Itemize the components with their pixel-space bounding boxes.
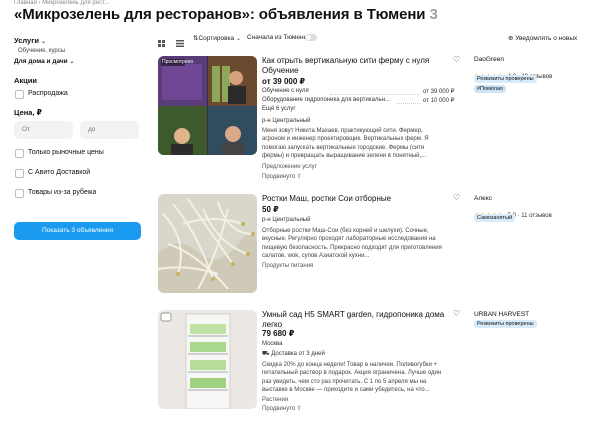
grid-view-icon[interactable]: [158, 34, 165, 47]
promoted-arrow-icon: ⇧: [296, 406, 302, 412]
listing-1-location: р-н Центральный: [262, 118, 311, 124]
abroad-goods-checkbox[interactable]: [15, 189, 24, 198]
home-garden-filter[interactable]: Для дома и дачи ⌄: [14, 58, 75, 65]
page-title-text: «Микрозелень для ресторанов»: объявления…: [14, 6, 426, 23]
listing-1-price: от 39 000 ₽: [262, 77, 306, 86]
listing-2-location: р-н Центральный: [262, 217, 311, 223]
price-heading: Цена, ₽: [14, 108, 42, 117]
listing-3-promoted: Продвинуто ⇧: [262, 405, 302, 412]
listing-1-option-1-price: от 39 000 ₽: [423, 89, 455, 95]
notify-icon: ⊕: [508, 35, 514, 42]
results-count: 3: [429, 6, 438, 23]
delivery-icon: ⛟: [262, 351, 270, 357]
tyumen-first-toggle[interactable]: [305, 34, 317, 41]
listing-3-category: Растения: [262, 397, 289, 403]
listing-1-description: Меня зовут Никита Махаев, практикующий с…: [262, 128, 429, 159]
listing-3-verified-badge: Реквизиты проверены: [474, 320, 537, 328]
listing-3-photo: [158, 310, 257, 409]
listing-3-delivery: ⛟ Доставка от 3 дней: [262, 350, 325, 358]
market-price-checkbox[interactable]: [15, 149, 24, 158]
home-garden-label: Для дома и дачи: [14, 58, 68, 65]
listing-2-category: Продукты питания: [262, 263, 314, 269]
listing-1-title[interactable]: Как отрыть вертикальную сити ферму с нул…: [262, 56, 447, 76]
sale-label[interactable]: Распродажа: [28, 90, 68, 97]
services-filter[interactable]: Услуги ⌄: [14, 36, 46, 45]
listing-1-photo: [158, 56, 257, 155]
listing-1-image[interactable]: Просмотрено: [158, 56, 257, 155]
option-2-divider: [397, 103, 420, 104]
listing-1-option-2-name[interactable]: Оборудование гидропоника для вертикальн.…: [262, 97, 390, 103]
listing-2-price: 50 ₽: [262, 205, 279, 214]
listing-3-image[interactable]: [158, 310, 257, 409]
notify-label: Уведомлять о новых: [515, 35, 578, 42]
listing-2-selfemployed-badge: Самозанятый: [474, 214, 516, 222]
show-results-button[interactable]: Показать 3 объявления: [14, 222, 141, 240]
chevron-down-icon: ⌄: [235, 36, 241, 42]
listing-2-image[interactable]: [158, 194, 257, 293]
listing-3-description: Скидка 20% до конца недели! Товар в нали…: [262, 362, 442, 393]
sort-control[interactable]: ⇅Сортировка ⌄: [193, 34, 241, 42]
listing-1-seller[interactable]: DaoGreen: [474, 56, 504, 63]
listing-3-seller[interactable]: URBAN HARVEST: [474, 311, 529, 318]
listing-1-option-1-name[interactable]: Обучение с нуля: [262, 88, 309, 94]
listing-3-heart-icon[interactable]: ♡: [453, 309, 460, 318]
services-sub-label[interactable]: Обучение, курсы: [18, 48, 65, 54]
listing-2-heart-icon[interactable]: ♡: [453, 193, 460, 202]
abroad-goods-label[interactable]: Товары из-за рубежа: [28, 189, 96, 196]
chevron-down-icon: ⌄: [41, 39, 47, 45]
listing-1-option-2-price: от 10 000 ₽: [423, 98, 455, 104]
market-price-label[interactable]: Только рыночные цены: [28, 149, 104, 156]
promo-heading: Акции: [14, 76, 38, 85]
listing-2-description: Отборные ростки Маш-Сои (без корней и ше…: [262, 228, 442, 259]
listing-3-location: Москва: [262, 341, 283, 347]
price-from-input[interactable]: От: [14, 121, 73, 139]
listing-1-promoted-label: Продвинуто: [262, 174, 296, 180]
listing-1-promoted: Продвинуто ⇧: [262, 173, 302, 180]
listing-3-price: 79 680 ₽: [262, 329, 295, 338]
listing-2-photo: [158, 194, 257, 293]
avito-delivery-checkbox[interactable]: [15, 169, 24, 178]
listing-2-title[interactable]: Ростки Маш, ростки Сои отборные: [262, 194, 447, 204]
avito-delivery-label[interactable]: С Авито Доставкой: [28, 169, 90, 176]
list-view-icon[interactable]: [176, 34, 184, 47]
listing-1-category: Предложение услуг: [262, 164, 317, 170]
sort-label: Сортировка: [198, 35, 235, 42]
viewed-label: Просмотрено: [162, 59, 194, 65]
sale-checkbox[interactable]: [15, 90, 24, 99]
page-title: «Микрозелень для ресторанов»: объявления…: [14, 6, 438, 23]
listing-1-more-services[interactable]: Ещё 6 услуг: [262, 106, 296, 112]
listing-1-help-badge: #Помогаю: [474, 85, 506, 93]
listing-3-delivery-text: Доставка от 3 дней: [271, 351, 325, 357]
price-to-input[interactable]: до: [80, 121, 139, 139]
listing-1-verified-badge: Реквизиты проверены: [474, 75, 537, 83]
listing-2-seller[interactable]: Алекс: [474, 195, 492, 202]
chevron-down-icon: ⌄: [69, 59, 75, 65]
listing-3-promoted-label: Продвинуто: [262, 406, 296, 412]
notify-new-control[interactable]: ⊕ Уведомлять о новых: [508, 34, 577, 42]
tyumen-first-label: Сначала из Тюмени: [247, 34, 308, 41]
services-label: Услуги: [14, 36, 39, 45]
promoted-arrow-icon: ⇧: [296, 174, 302, 180]
listing-1-heart-icon[interactable]: ♡: [453, 55, 460, 64]
listing-3-title[interactable]: Умный сад H5 SMART garden, гидропоника д…: [262, 310, 447, 330]
option-1-divider: [330, 94, 420, 95]
